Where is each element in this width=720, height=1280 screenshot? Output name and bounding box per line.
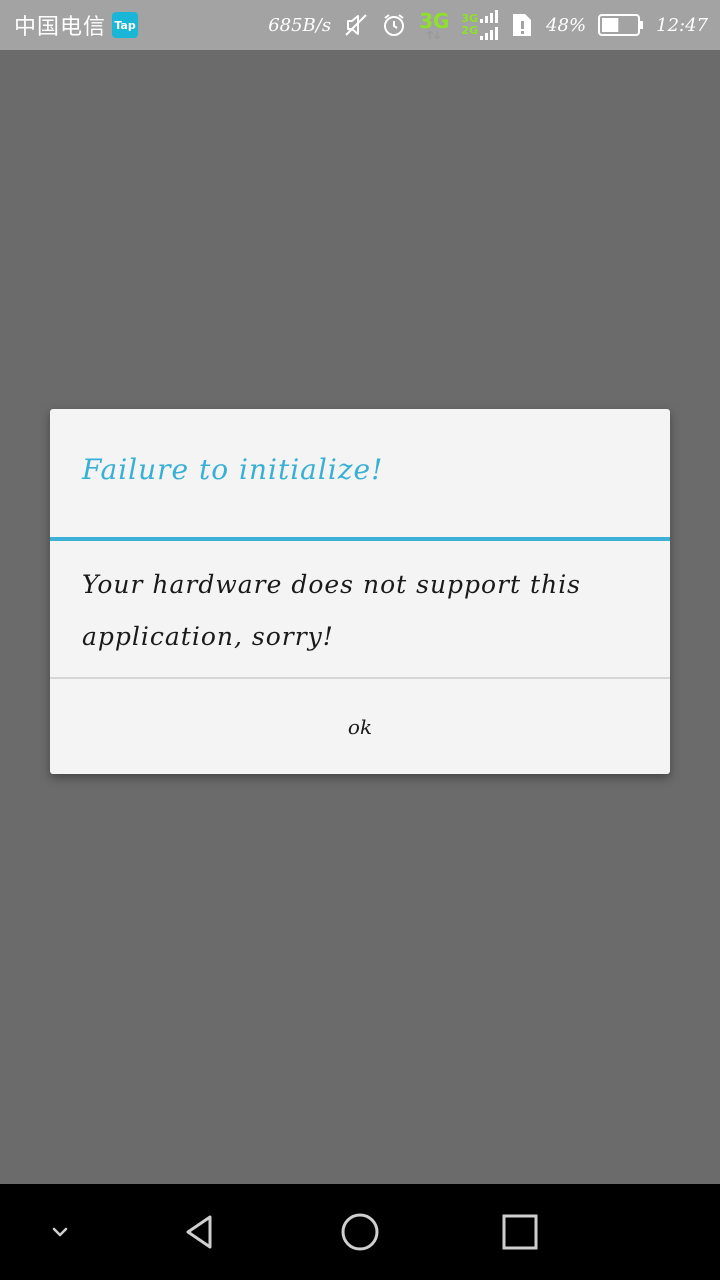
navigation-bar: [0, 1184, 720, 1280]
network-type: 3G: [419, 9, 450, 33]
screen: 中国电信 Tap 685B/s 3G 3G 2G 48% 12:47 Failu…: [0, 0, 720, 1280]
sim2-network: 2G: [461, 24, 479, 37]
status-bar: 中国电信 Tap 685B/s 3G 3G 2G 48% 12:47: [0, 0, 720, 50]
ok-button[interactable]: ok: [50, 679, 670, 774]
home-icon[interactable]: [320, 1184, 400, 1280]
alarm-icon: [381, 12, 407, 38]
network-type-indicator: 3G: [419, 11, 449, 39]
sim-icon: [510, 12, 534, 38]
battery-icon: [598, 13, 644, 37]
mute-icon: [343, 12, 369, 38]
chevron-down-icon[interactable]: [20, 1184, 100, 1280]
battery-percent: 48%: [546, 14, 587, 36]
clock-time: 12:47: [656, 14, 708, 36]
title-divider: [50, 537, 670, 541]
recents-icon[interactable]: [480, 1184, 560, 1280]
back-icon[interactable]: [160, 1184, 240, 1280]
network-speed: 685B/s: [268, 14, 332, 36]
tap-app-icon: Tap: [112, 12, 139, 38]
dialog-title: Failure to initialize!: [82, 453, 384, 486]
error-dialog: Failure to initialize! Your hardware doe…: [50, 409, 670, 774]
status-indicators: 685B/s 3G 3G 2G 48% 12:47: [268, 10, 708, 40]
carrier-name: 中国电信: [14, 15, 107, 40]
data-arrows-icon: [426, 31, 441, 39]
signal-icon: 3G 2G: [461, 10, 499, 40]
dialog-message: Your hardware does not support this appl…: [82, 570, 582, 651]
